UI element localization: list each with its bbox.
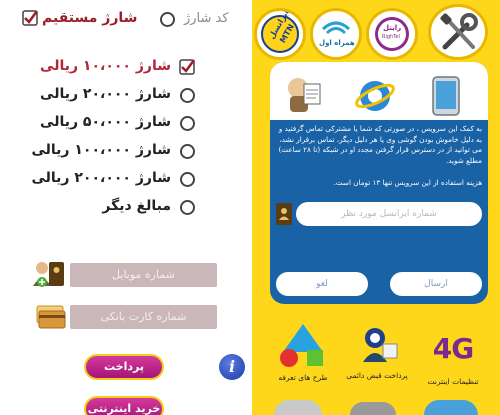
internet-settings-label: تنظیمات اینترنت: [427, 377, 479, 386]
bill-payment-label: پرداخت قبض دائمی: [346, 371, 408, 380]
amount-option[interactable]: مبالغ دیگر: [60, 196, 195, 218]
bottom-service-item[interactable]: [424, 400, 478, 415]
amount-label: شارژ ۵۰،۰۰۰ ریالی: [40, 114, 171, 130]
bill-payment-icon: [363, 328, 398, 362]
cartoon-character-icon: [288, 78, 321, 112]
operator-rightel[interactable]: رایتل RighTel: [366, 8, 418, 60]
bank-card-icon: [36, 305, 66, 329]
amount-label: شارژ ۲۰۰،۰۰۰ ریالی: [31, 170, 172, 186]
tariff-plans-label: طرح های تعرفه: [278, 373, 328, 382]
badge-4g-icon: 4G: [432, 332, 474, 365]
amount-radio: [180, 144, 195, 159]
missed-call-service-card: به کمک این سرویس ، در صورتی که شما یا مش…: [270, 62, 488, 304]
bottom-service-item[interactable]: [350, 402, 396, 415]
internet-explorer-icon: [355, 81, 395, 111]
cancel-button[interactable]: لغو: [274, 270, 370, 298]
mobile-input[interactable]: شماره موبایل: [70, 263, 217, 287]
smartphone-icon: [432, 76, 460, 116]
hamrahaval-logo: [321, 21, 351, 35]
bottom-service-item[interactable]: [274, 400, 322, 415]
amount-option[interactable]: شارژ ۲۰،۰۰۰ ریالی: [40, 84, 195, 106]
amount-option[interactable]: شارژ ۱۰،۰۰۰ ریالی: [40, 56, 195, 78]
online-buy-button[interactable]: خرید اینترنتی: [84, 396, 164, 415]
tools-icon: [440, 13, 478, 50]
contacts-book-icon[interactable]: [276, 203, 292, 225]
amount-radio: [180, 200, 195, 215]
pay-button[interactable]: پرداخت: [84, 354, 164, 380]
amount-label: شارژ ۱۰۰،۰۰۰ ریالی: [31, 142, 172, 158]
amount-label: شارژ ۱۰،۰۰۰ ریالی: [40, 58, 171, 74]
amount-option[interactable]: شارژ ۱۰۰،۰۰۰ ریالی: [32, 140, 195, 162]
checkmark-icon: [179, 59, 195, 75]
rightel-sub: RighTel: [382, 34, 400, 40]
internet-settings-service[interactable]: 4G: [418, 322, 488, 365]
amount-label: مبالغ دیگر: [102, 198, 171, 214]
rightel-name: رایتل: [383, 24, 402, 32]
amount-radio: [180, 172, 195, 187]
checkmark-icon: [22, 10, 38, 26]
amount-radio: [180, 116, 195, 131]
services-panel: ایرانسل MTN همراه اول رایتل RighTel به ک…: [252, 0, 500, 415]
bill-payment-service[interactable]: [342, 322, 412, 372]
irancell-number-input[interactable]: شماره ایرانسل مورد نظر: [296, 202, 482, 226]
direct-charge-label: شارژ مستقیم: [42, 10, 138, 26]
pin-charge-option[interactable]: کد شارژ: [160, 8, 240, 30]
charge-panel: شارژ مستقیم کد شارژ شارژ ۱۰،۰۰۰ ریالی شا…: [0, 0, 252, 415]
operator-irancell[interactable]: ایرانسل MTN: [254, 8, 306, 60]
info-button[interactable]: i: [219, 354, 245, 380]
direct-charge-option[interactable]: شارژ مستقیم: [20, 8, 137, 30]
amount-label: شارژ ۲۰،۰۰۰ ریالی: [40, 86, 171, 102]
amount-option[interactable]: شارژ ۵۰،۰۰۰ ریالی: [40, 112, 195, 134]
tariff-plans-service[interactable]: [268, 322, 338, 374]
settings-tools-button[interactable]: [428, 4, 488, 60]
pin-charge-radio: [160, 12, 175, 27]
amount-radio: [180, 88, 195, 103]
bank-card-input[interactable]: شماره کارت بانکی: [70, 305, 217, 329]
hamrahaval-name: همراه اول: [319, 39, 355, 47]
service-cost-note: هزینه استفاده از این سرویس تنها ۱۳ تومان…: [333, 178, 482, 187]
tariff-shapes-icon: [280, 324, 323, 367]
send-button[interactable]: ارسال: [388, 270, 484, 298]
pin-charge-label: کد شارژ: [184, 11, 229, 26]
service-description: به کمک این سرویس ، در صورتی که شما یا مش…: [278, 124, 482, 165]
add-contact-icon[interactable]: [32, 260, 66, 290]
operator-hamrahaval[interactable]: همراه اول: [310, 8, 362, 60]
amount-option[interactable]: شارژ ۲۰۰،۰۰۰ ریالی: [32, 168, 195, 190]
